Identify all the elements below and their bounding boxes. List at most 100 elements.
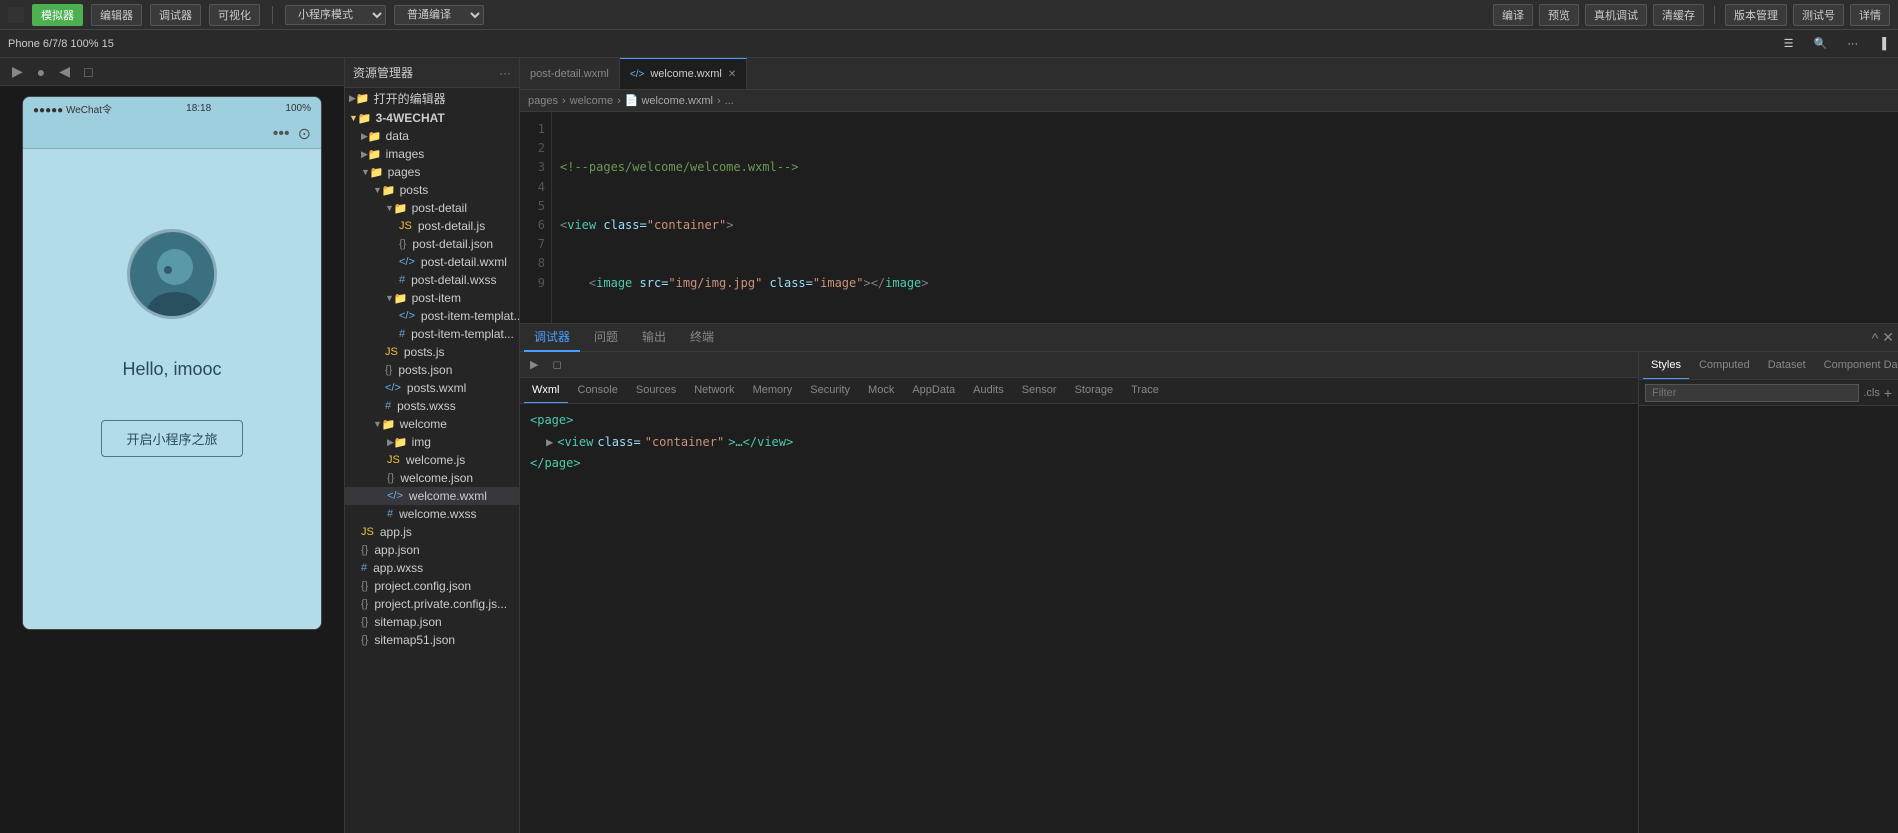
simulate-btn[interactable]: 模拟器 (32, 4, 83, 26)
version-btn[interactable]: 版本管理 (1725, 4, 1787, 26)
tree-label: welcome (400, 417, 447, 431)
tree-welcome-wxss[interactable]: # welcome.wxss (345, 505, 519, 523)
styles-tab-component-data[interactable]: Component Data (1816, 352, 1898, 380)
split-icon[interactable]: ▐ (1874, 36, 1890, 52)
tree-data[interactable]: ▶ 📁 data (345, 127, 519, 145)
tree-posts-wxml[interactable]: </> posts.wxml (345, 379, 519, 397)
preview-btn[interactable]: 可视化 (209, 4, 260, 26)
inner-tab-sensor[interactable]: Sensor (1014, 378, 1065, 404)
details-btn[interactable]: 详情 (1850, 4, 1890, 26)
breadcrumb-more: ... (725, 95, 734, 107)
code-content[interactable]: <!--pages/welcome/welcome.wxml--> <view … (552, 112, 1898, 323)
inner-tab-trace[interactable]: Trace (1123, 378, 1167, 404)
inner-tab-sources[interactable]: Sources (628, 378, 684, 404)
tree-posts-json[interactable]: {} posts.json (345, 361, 519, 379)
dom-arrow[interactable]: ▶ (546, 432, 553, 454)
tree-project-private[interactable]: {} project.private.config.js... (345, 595, 519, 613)
tree-post-item[interactable]: ▼ 📁 post-item (345, 289, 519, 307)
tree-pages[interactable]: ▼ 📁 pages (345, 163, 519, 181)
tab-issues[interactable]: 问题 (584, 324, 628, 352)
tree-welcome-json[interactable]: {} welcome.json (345, 469, 519, 487)
inner-tab-mock[interactable]: Mock (860, 378, 902, 404)
tree-root[interactable]: ▼ 📁 3-4WECHAT (345, 109, 519, 127)
tree-post-detail[interactable]: ▼ 📁 post-detail (345, 199, 519, 217)
inner-tab-storage[interactable]: Storage (1067, 378, 1122, 404)
tab-debugger[interactable]: 调试器 (524, 324, 580, 352)
devtools-close-btn[interactable]: ✕ (1882, 329, 1894, 346)
tree-welcome-wxml[interactable]: </> welcome.wxml (345, 487, 519, 505)
tree-label: 打开的编辑器 (374, 90, 446, 107)
tree-app-json[interactable]: {} app.json (345, 541, 519, 559)
real-debug-btn[interactable]: 真机调试 (1585, 4, 1647, 26)
inner-tab-memory[interactable]: Memory (745, 378, 801, 404)
preview-btn2[interactable]: 预览 (1539, 4, 1579, 26)
sim-tool-btn-1[interactable]: ▶ (8, 61, 27, 82)
file-tree-more[interactable]: ··· (499, 66, 511, 80)
sim-tool-btn-2[interactable]: ● (33, 62, 49, 82)
tree-welcome-img[interactable]: ▶ 📁 img (345, 433, 519, 451)
tree-label: welcome.js (406, 453, 465, 467)
tree-post-detail-js[interactable]: JS post-detail.js (345, 217, 519, 235)
tab-post-detail[interactable]: post-detail.wxml (520, 58, 620, 90)
inner-tab-audits[interactable]: Audits (965, 378, 1012, 404)
styles-tab-computed[interactable]: Computed (1691, 352, 1758, 380)
styles-tab-dataset[interactable]: Dataset (1760, 352, 1814, 380)
tree-label: project.private.config.js... (374, 597, 507, 611)
inner-tab-security[interactable]: Security (802, 378, 858, 404)
add-style-btn[interactable]: + (1884, 385, 1892, 401)
inner-tab-wxml[interactable]: Wxml (524, 378, 568, 404)
sim-tool-btn-4[interactable]: □ (80, 62, 96, 82)
tree-post-item-wxml[interactable]: </> post-item-templat... (345, 307, 519, 325)
tab-output[interactable]: 输出 (632, 324, 676, 352)
styles-tab-styles[interactable]: Styles (1643, 352, 1689, 380)
compile-mode-select[interactable]: 普通编译 (394, 5, 484, 25)
search-icon[interactable]: 🔍 (1810, 35, 1832, 52)
debug-btn[interactable]: 调试器 (150, 4, 201, 26)
compile-btn[interactable]: 编译 (1493, 4, 1533, 26)
tab-welcome-wxml[interactable]: </> welcome.wxml ✕ (620, 58, 747, 90)
tree-post-detail-wxml[interactable]: </> post-detail.wxml (345, 253, 519, 271)
tree-app-js[interactable]: JS app.js (345, 523, 519, 541)
tree-welcome[interactable]: ▼ 📁 welcome (345, 415, 519, 433)
sim-tool-btn-3[interactable]: ◀ (55, 61, 74, 82)
tree-images[interactable]: ▶ 📁 images (345, 145, 519, 163)
start-btn[interactable]: 开启小程序之旅 (101, 420, 242, 457)
tree-section-editor[interactable]: ▶ 📁 打开的编辑器 (345, 88, 519, 109)
inner-tab-network[interactable]: Network (686, 378, 742, 404)
tree-posts[interactable]: ▼ 📁 posts (345, 181, 519, 199)
device-tool-btn[interactable]: ◻ (546, 356, 567, 373)
mode-select[interactable]: 小程序模式 (285, 5, 386, 25)
tree-project-config[interactable]: {} project.config.json (345, 577, 519, 595)
devtools-expand-btn[interactable]: ^ (1872, 330, 1879, 346)
tree-sitemap[interactable]: {} sitemap.json (345, 613, 519, 631)
tree-label: post-detail.js (418, 219, 485, 233)
tree-label: pages (388, 165, 421, 179)
dom-line-view[interactable]: ▶ <view class= "container" >…</view> (526, 432, 1632, 454)
folder-icon: 📁 (382, 184, 396, 197)
breadcrumb-pages: pages (528, 95, 558, 107)
inner-tab-appdata[interactable]: AppData (904, 378, 963, 404)
tree-posts-js[interactable]: JS posts.js (345, 343, 519, 361)
tree-welcome-js[interactable]: JS welcome.js (345, 451, 519, 469)
list-icon[interactable]: ☰ (1780, 35, 1798, 52)
clear-btn[interactable]: 清缓存 (1653, 4, 1704, 26)
tree-post-detail-wxss[interactable]: # post-detail.wxss (345, 271, 519, 289)
tree-posts-wxss[interactable]: # posts.wxss (345, 397, 519, 415)
tab-terminal[interactable]: 终端 (680, 324, 724, 352)
breadcrumb-sep1: › (562, 95, 566, 107)
inner-tab-console[interactable]: Console (570, 378, 626, 404)
more-icon[interactable]: ··· (1843, 36, 1862, 52)
tree-app-wxss[interactable]: # app.wxss (345, 559, 519, 577)
right-btns: 编译 预览 真机调试 清缓存 版本管理 测试号 详情 (1493, 4, 1890, 26)
cursor-tool-btn[interactable]: ▶ (524, 356, 544, 373)
test-btn[interactable]: 测试号 (1793, 4, 1844, 26)
tree-sitemap51[interactable]: {} sitemap51.json (345, 631, 519, 649)
tree-post-detail-json[interactable]: {} post-detail.json (345, 235, 519, 253)
cls-btn[interactable]: .cls (1863, 387, 1880, 399)
tree-post-item-wxss[interactable]: # post-item-templat... (345, 325, 519, 343)
editor-btn[interactable]: 编辑器 (91, 4, 142, 26)
tree-label: data (386, 129, 409, 143)
chevron-icon: ▼ (385, 203, 394, 213)
tab-close-btn[interactable]: ✕ (728, 69, 736, 80)
styles-filter-input[interactable] (1645, 384, 1859, 402)
